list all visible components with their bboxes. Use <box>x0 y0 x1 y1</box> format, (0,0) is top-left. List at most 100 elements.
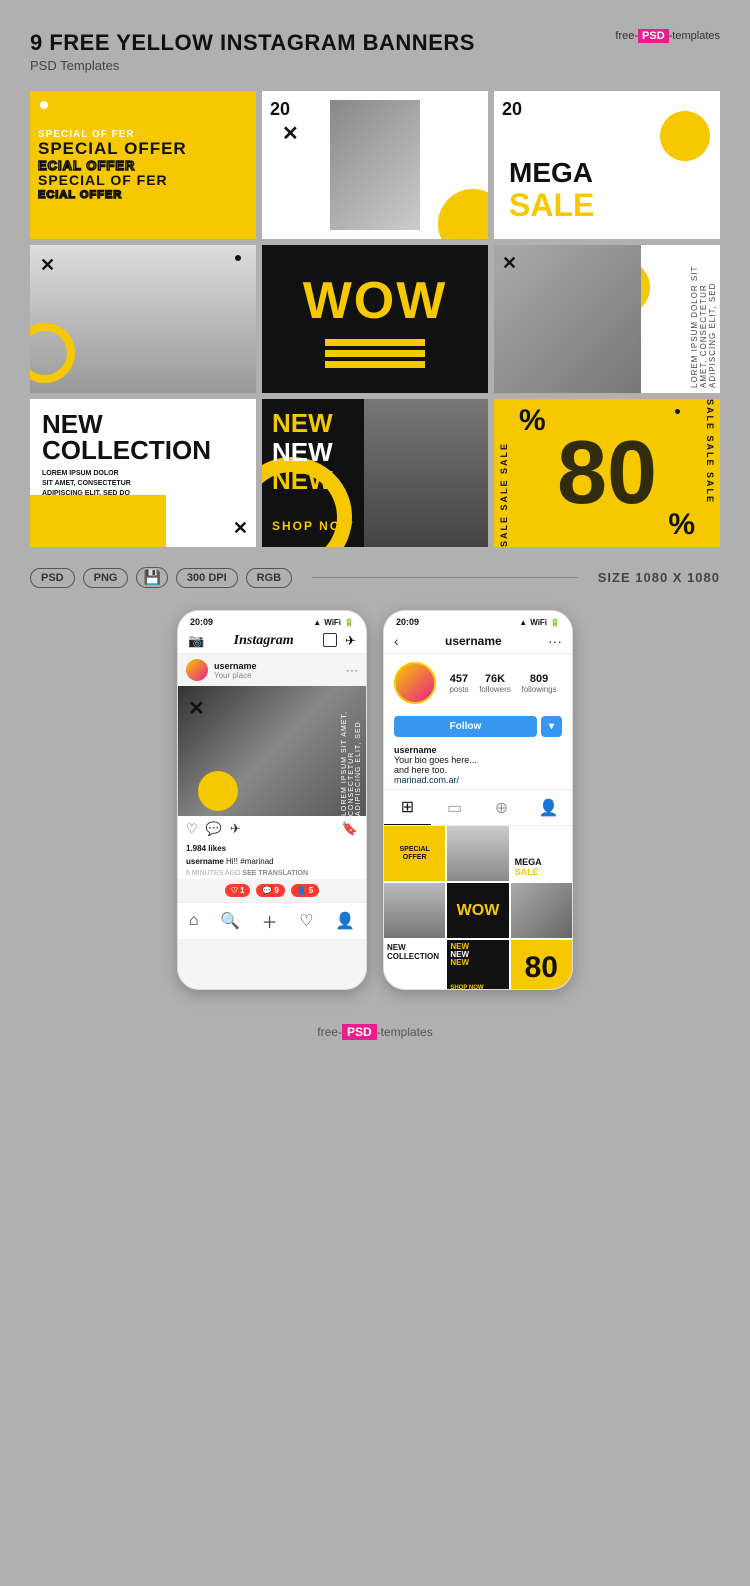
profile-time: 20:09 <box>396 617 419 627</box>
feed-time-ago: 6 MINUTES AGO SEE TRANSLATION <box>178 868 366 879</box>
banner-80-percent: SALE SALE SALE SALE SALE SALE % 80 % <box>494 399 720 547</box>
grid-item-3: MEGA SALE <box>511 826 572 881</box>
heart-nav-icon[interactable]: ♡ <box>299 911 313 931</box>
tab-person[interactable]: 👤 <box>525 790 572 825</box>
ig-logo: Instagram <box>234 633 294 649</box>
specs-divider <box>312 577 578 579</box>
mega-text: MEGA <box>509 159 594 187</box>
feed-status-bar: 20:09 ▲ WiFi 🔋 <box>178 611 366 629</box>
add-nav-icon[interactable]: ＋ <box>262 909 278 933</box>
banner-wow: WOW <box>262 245 488 393</box>
follow-row: Follow ▾ <box>384 712 572 741</box>
grid-item-9: 80 <box>511 940 572 990</box>
specs-badges: PSD PNG 💾 300 DPI RGB <box>30 567 292 588</box>
tab-tag[interactable]: ⊕ <box>478 790 525 825</box>
badge-save: 💾 <box>136 567 167 588</box>
share-icon[interactable]: ✈ <box>230 821 241 837</box>
specs-row: PSD PNG 💾 300 DPI RGB SIZE 1080 X 1080 <box>30 567 720 588</box>
banner-fashion: 20 ✕ <box>262 91 488 239</box>
avatar <box>186 659 208 681</box>
feed-caption: username Hi!! #marinad <box>178 855 366 868</box>
follow-dropdown[interactable]: ▾ <box>541 716 562 737</box>
grid-item-5: WOW <box>447 883 508 938</box>
posts-count: 457 <box>449 673 468 685</box>
feed-post-header: username Your place ··· <box>178 654 366 686</box>
badge-psd: PSD <box>30 568 75 588</box>
camera-icon: 📷 <box>188 633 204 649</box>
lorem-text: LOREM IPSUM DOLORSIT AMET, CONSECTETURAD… <box>42 469 244 498</box>
percent-top: % <box>519 404 546 438</box>
profile-username-header: username <box>445 634 502 648</box>
notification-bar: ♡1 💬9 👤5 <box>178 879 366 902</box>
profile-bio: username Your bio goes here...and here t… <box>384 741 572 789</box>
feed-actions-left: ♡ 💬 ✈ <box>186 821 241 837</box>
feed-more-dots[interactable]: ··· <box>346 663 358 677</box>
feed-side-text: LOREM IPSUM SIT AMET, CONSECTETUR ADIPIS… <box>341 706 362 816</box>
profile-nav-icon[interactable]: 👤 <box>335 911 355 931</box>
wow-text: WOW <box>303 271 448 331</box>
profile-info-row: 457 posts 76K followers 809 followings <box>384 654 572 712</box>
bullet-dot <box>40 101 48 109</box>
wow-line-1 <box>325 339 425 346</box>
banner-special-offer: SPECIAL OF FER SPECIAL OFFER ECIAL OFFER… <box>30 91 256 239</box>
feed-header-icons: ✈ <box>323 633 356 649</box>
stat-followers: 76K followers <box>479 673 511 694</box>
tab-grid[interactable]: ⊞ <box>384 790 431 825</box>
new-line-1: NEW <box>272 409 333 438</box>
profile-more-dots[interactable]: ··· <box>548 633 562 649</box>
followers-count: 76K <box>479 673 511 685</box>
grid-item-2 <box>447 826 508 881</box>
banner-grid: SPECIAL OF FER SPECIAL OFFER ECIAL OFFER… <box>30 91 720 547</box>
heart-icon[interactable]: ♡ <box>186 821 198 837</box>
caption-hashtag: Hi!! #marinad <box>226 857 274 866</box>
profile-header: ‹ username ··· <box>384 629 572 654</box>
grid-item-1: SPECIALOFFER <box>384 826 445 881</box>
profile-avatar <box>394 662 436 704</box>
sale-text: SALE <box>509 187 594 224</box>
footer-psd: PSD <box>342 1024 377 1040</box>
feed-cross-icon: ✕ <box>188 696 205 721</box>
phones-row: 20:09 ▲ WiFi 🔋 📷 Instagram ✈ <box>30 610 720 990</box>
bookmark-icon[interactable]: 🔖 <box>342 821 358 837</box>
hat-dot <box>235 255 241 261</box>
fashion-photo <box>330 100 420 230</box>
fashion-cross: ✕ <box>282 121 299 146</box>
notif-badge-1: ♡1 <box>225 884 251 897</box>
profile-status-icons: ▲ WiFi 🔋 <box>519 618 560 627</box>
tab-list[interactable]: ▭ <box>431 790 478 825</box>
following-count: 809 <box>522 673 557 685</box>
stat-following: 809 followings <box>522 673 557 694</box>
feed-circle <box>198 771 238 811</box>
follow-button[interactable]: Follow <box>394 716 537 737</box>
feed-actions: ♡ 💬 ✈ 🔖 <box>178 816 366 842</box>
photo-text-cross: ✕ <box>502 253 517 274</box>
grid-item-6 <box>511 883 572 938</box>
feed-image: ✕ LOREM IPSUM SIT AMET, CONSECTETUR ADIP… <box>178 686 366 816</box>
notif-badge-3: 👤5 <box>291 884 319 897</box>
newnew-photo <box>364 399 488 547</box>
comment-icon[interactable]: 💬 <box>206 821 222 837</box>
profile-status-bar: 20:09 ▲ WiFi 🔋 <box>384 611 572 629</box>
profile-tabs: ⊞ ▭ ⊕ 👤 <box>384 789 572 826</box>
newcoll-rect <box>30 495 166 547</box>
phone-feed: 20:09 ▲ WiFi 🔋 📷 Instagram ✈ <box>177 610 367 990</box>
page-subtitle: PSD Templates <box>30 58 720 73</box>
caption-username: username <box>186 857 224 866</box>
mega-num: 20 <box>502 99 522 120</box>
percent-bottom: % <box>668 508 695 542</box>
bio-link[interactable]: marinad.com.ar/ <box>394 775 562 785</box>
collection-text: COLLECTION <box>42 437 244 463</box>
search-nav-icon[interactable]: 🔍 <box>220 911 240 931</box>
new-line-2: NEW <box>272 438 333 467</box>
feed-user-info: username Your place <box>186 659 257 681</box>
back-arrow-icon[interactable]: ‹ <box>394 633 399 649</box>
footer: free-PSD-templates <box>30 1010 720 1049</box>
banner-photo-text: ✕ LOREM IPSUM DOLOR SIT AMET, CONSECTETU… <box>494 245 720 393</box>
banner-new-new: NEW NEW NEW SHOP NOW <box>262 399 488 547</box>
see-translation[interactable]: SEE TRANSLATION <box>242 870 308 877</box>
bio-username: username <box>394 745 562 755</box>
badge-png: PNG <box>83 568 129 588</box>
size-text: SIZE 1080 X 1080 <box>598 570 720 585</box>
home-nav-icon[interactable]: ⌂ <box>189 912 199 930</box>
feed-time: 20:09 <box>190 617 213 627</box>
